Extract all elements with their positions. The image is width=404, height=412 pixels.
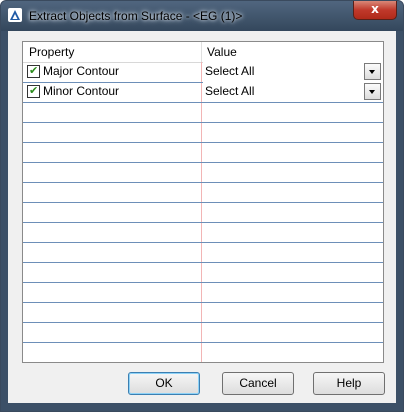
empty-grid-row [23,162,383,183]
window-title: Extract Objects from Surface - <EG (1)> [29,9,243,23]
checkmark-icon: ✔ [29,64,39,77]
empty-grid-row [23,142,383,163]
value-column-header[interactable]: Value [207,45,237,59]
grid-row-major-contour: ✔ Major Contour Select All [23,62,383,83]
help-button[interactable]: Help [313,372,385,395]
empty-grid-row [23,322,383,343]
empty-grid-row [23,122,383,143]
checkmark-icon: ✔ [29,84,39,97]
minor-contour-checkbox[interactable]: ✔ [27,84,40,98]
empty-grid-row [23,302,383,323]
minor-contour-label: Minor Contour [43,84,120,98]
header-divider[interactable] [201,42,202,62]
dialog-client-area: Property Value ✔ Major Contour Select Al… [8,31,396,403]
empty-grid-row [23,182,383,203]
major-contour-checkbox[interactable]: ✔ [27,64,40,78]
empty-grid-row [23,282,383,303]
close-button[interactable]: x [353,1,397,20]
select-value: Select All [205,64,255,78]
autocad-app-icon [8,8,22,22]
title-bar[interactable]: Extract Objects from Surface - <EG (1)> … [1,1,403,31]
empty-grid-row [23,222,383,243]
empty-grid-row [23,262,383,283]
dropdown-button[interactable] [364,63,381,80]
property-column-header[interactable]: Property [29,45,74,59]
property-cell: ✔ Minor Contour [23,82,201,102]
ok-button[interactable]: OK [128,372,200,395]
empty-grid-row [23,342,383,362]
chevron-down-icon [369,70,375,74]
major-contour-value-select[interactable]: Select All [203,62,383,81]
major-contour-label: Major Contour [43,64,120,78]
minor-contour-value-select[interactable]: Select All [203,82,383,101]
chevron-down-icon [369,90,375,94]
grid-row-minor-contour: ✔ Minor Contour Select All [23,82,383,103]
select-value: Select All [205,84,255,98]
empty-grid-row [23,202,383,223]
empty-grid-row [23,242,383,263]
dialog-window: Extract Objects from Surface - <EG (1)> … [0,0,404,412]
empty-grid-row [23,102,383,123]
property-cell: ✔ Major Contour [23,62,201,82]
grid-header: Property Value [23,42,383,63]
dropdown-button[interactable] [364,83,381,100]
cancel-button[interactable]: Cancel [222,372,294,395]
property-grid: Property Value ✔ Major Contour Select Al… [22,41,384,363]
